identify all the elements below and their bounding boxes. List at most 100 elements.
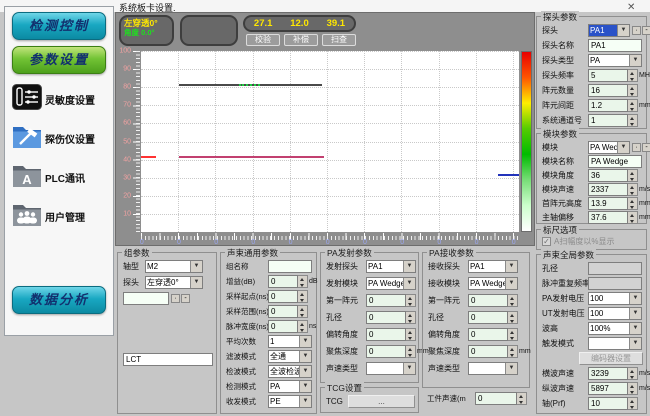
mini-add-button[interactable]: · [171,294,180,303]
scan-button[interactable]: 扫查 [322,34,356,46]
spin-input[interactable]: 0 [268,290,308,303]
spin-down-button[interactable] [628,190,637,196]
mini-remove-button[interactable]: - [181,294,190,303]
combo-box[interactable]: PA1▼ [366,260,416,273]
spin-down-button[interactable] [628,106,637,112]
data-analysis-button[interactable]: 数据分析 [12,286,106,314]
spin-down-button[interactable] [298,282,307,288]
mini-remove-button[interactable]: - [642,143,650,152]
spin-input[interactable]: 5 [588,69,638,82]
chevron-down-icon[interactable]: ▼ [299,381,311,392]
combo-box[interactable]: PE▼ [268,395,312,408]
combo-box[interactable]: M2▼ [145,260,203,273]
tcg-curve-button[interactable]: ... [348,395,415,408]
spin-down-button[interactable] [406,301,415,307]
spin-down-button[interactable] [628,374,637,380]
chevron-down-icon[interactable]: ▼ [629,293,641,304]
chevron-down-icon[interactable]: ▼ [190,277,202,288]
verify-button[interactable]: 校验 [246,34,280,46]
spin-down-button[interactable] [406,335,415,341]
combo-box[interactable]: PA1▼ [468,260,518,273]
chevron-down-icon[interactable]: ▼ [629,308,641,319]
param-settings-button[interactable]: 参数设置 [12,46,106,74]
chevron-down-icon[interactable]: ▼ [617,142,629,153]
combo-box[interactable]: ▼ [468,362,518,375]
gate-a-marks[interactable] [239,84,260,86]
spin-down-button[interactable] [628,218,637,224]
spin-down-button[interactable] [508,352,517,358]
spin-down-button[interactable] [298,312,307,318]
spin-input[interactable]: 0 [468,345,518,358]
spin-input[interactable]: 0 [468,311,518,324]
spin-input[interactable]: 5897 [588,382,638,395]
text-input[interactable]: PA1 [588,39,642,52]
spin-input[interactable]: 16 [588,84,638,97]
spin-down-button[interactable] [628,204,637,210]
chevron-down-icon[interactable]: ▼ [299,366,311,377]
combo-box[interactable]: PA Wedge▼ [366,277,416,290]
chevron-down-icon[interactable]: ▼ [629,55,641,66]
combo-box[interactable]: PA▼ [588,54,642,67]
spin-down-button[interactable] [628,76,637,82]
close-icon[interactable]: ✕ [627,2,635,13]
spin-input[interactable]: 36 [588,169,638,182]
spin-input[interactable]: 10 [588,397,638,410]
spin-down-button[interactable] [406,352,415,358]
spin-down-button[interactable] [508,318,517,324]
spin-down-button[interactable] [628,404,637,410]
spin-input[interactable]: 1.2 [588,99,638,112]
sidebar-item-sensitivity[interactable]: 灵敏度设置 [5,80,113,119]
combo-box[interactable]: ▼ [588,337,642,350]
chevron-down-icon[interactable]: ▼ [629,338,641,349]
spin-down-button[interactable] [298,327,307,333]
chevron-down-icon[interactable]: ▼ [403,363,415,374]
chevron-down-icon[interactable]: ▼ [505,363,517,374]
spin-down-button[interactable] [298,297,307,303]
spin-input[interactable]: 3239 [588,367,638,380]
sidebar-item-plc-comm[interactable]: A PLC通讯 [5,158,113,197]
combo-box[interactable]: 1▼ [268,335,312,348]
chevron-down-icon[interactable]: ▼ [299,336,311,347]
combo-box[interactable]: 100▼ [588,292,642,305]
compensate-button[interactable]: 补偿 [284,34,318,46]
list-item[interactable]: LCT [124,354,212,365]
detect-control-button[interactable]: 检测控制 [12,12,106,40]
spin-input[interactable]: 0 [468,294,518,307]
gate-c-line[interactable] [498,174,519,176]
list-box[interactable]: LCT [123,353,213,366]
sidebar-item-flaw-detector[interactable]: 探伤仪设置 [5,119,113,158]
spin-input[interactable]: 13.9 [588,197,638,210]
chevron-down-icon[interactable]: ▼ [629,323,641,334]
spin-input[interactable]: 2337 [588,183,638,196]
spin-input[interactable]: 0 [268,320,308,333]
spin-down-button[interactable] [628,389,637,395]
combo-box[interactable]: 100%▼ [588,322,642,335]
spin-down-button[interactable] [628,176,637,182]
text-input[interactable]: PA Wedge [588,155,642,168]
combo-box[interactable]: PA1▼ [588,24,630,37]
spin-down-button[interactable] [517,399,526,405]
spin-down-button[interactable] [508,301,517,307]
chevron-down-icon[interactable]: ▼ [617,25,629,36]
chevron-down-icon[interactable]: ▼ [299,396,311,407]
chevron-down-icon[interactable]: ▼ [505,261,517,272]
chevron-down-icon[interactable]: ▼ [299,351,311,362]
combo-box[interactable]: 100▼ [588,307,642,320]
spin-input[interactable]: 0 [366,328,416,341]
chevron-down-icon[interactable]: ▼ [403,261,415,272]
combo-box[interactable]: 全波检波▼ [268,365,312,378]
text-input[interactable] [123,292,169,305]
echo-signal-line[interactable] [141,156,156,158]
combo-box[interactable]: 全通▼ [268,350,312,363]
text-input[interactable] [268,260,312,273]
chevron-down-icon[interactable]: ▼ [190,261,202,272]
mini-add-button[interactable]: · [632,143,641,152]
chevron-down-icon[interactable]: ▼ [505,278,517,289]
gate-b-line[interactable] [179,156,325,158]
combo-box[interactable]: PA▼ [268,380,312,393]
spin-input[interactable]: 0 [468,328,518,341]
spin-input[interactable]: 0 [366,294,416,307]
spin-input[interactable]: 1 [588,114,638,127]
spin-down-button[interactable] [406,318,415,324]
spin-input[interactable]: 0 [366,311,416,324]
